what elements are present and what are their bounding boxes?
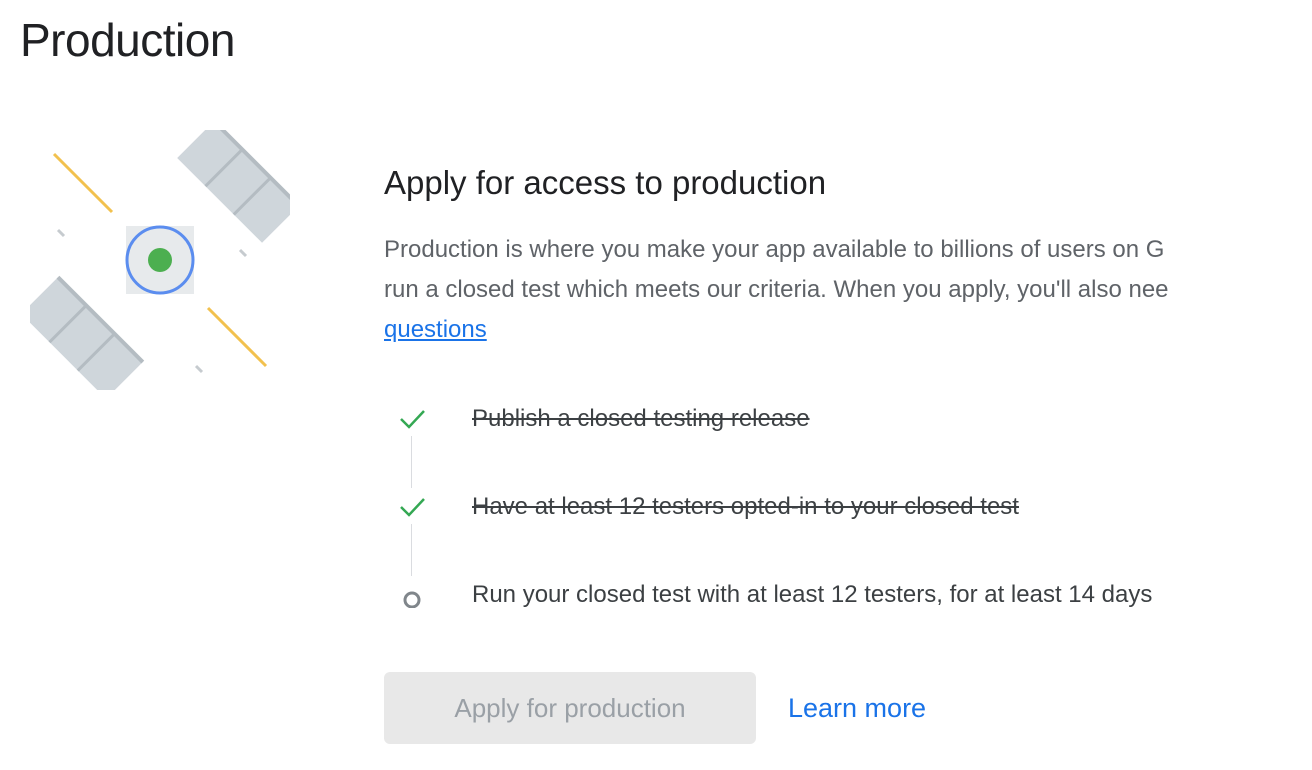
step-connector [411,524,412,576]
questions-link[interactable]: questions [384,310,1312,350]
page-title: Production [20,14,235,66]
description: Production is where you make your app av… [384,230,1312,350]
description-line-2: run a closed test which meets our criter… [384,276,1169,303]
step-testers-opted-in: Have at least 12 testers opted-in to you… [384,486,1312,576]
check-icon [400,498,425,517]
requirements-checklist: Publish a closed testing release Have at… [384,398,1312,662]
learn-more-link[interactable]: Learn more [788,688,926,728]
apply-section: Apply for access to production Productio… [384,160,1312,350]
step-connector [411,436,412,488]
apply-for-production-button[interactable]: Apply for production [384,672,756,744]
step-run-closed-test: Run your closed test with at least 12 te… [384,574,1312,662]
circle-icon [403,591,421,608]
step-label: Run your closed test with at least 12 te… [472,581,1153,608]
step-label: Publish a closed testing release [472,405,810,432]
satellite-icon [30,130,290,390]
step-label: Have at least 12 testers opted-in to you… [472,493,1019,520]
check-icon [400,410,425,429]
step-publish-closed-release: Publish a closed testing release [384,398,1312,488]
section-title: Apply for access to production [384,164,827,201]
description-line-1: Production is where you make your app av… [384,236,1165,263]
